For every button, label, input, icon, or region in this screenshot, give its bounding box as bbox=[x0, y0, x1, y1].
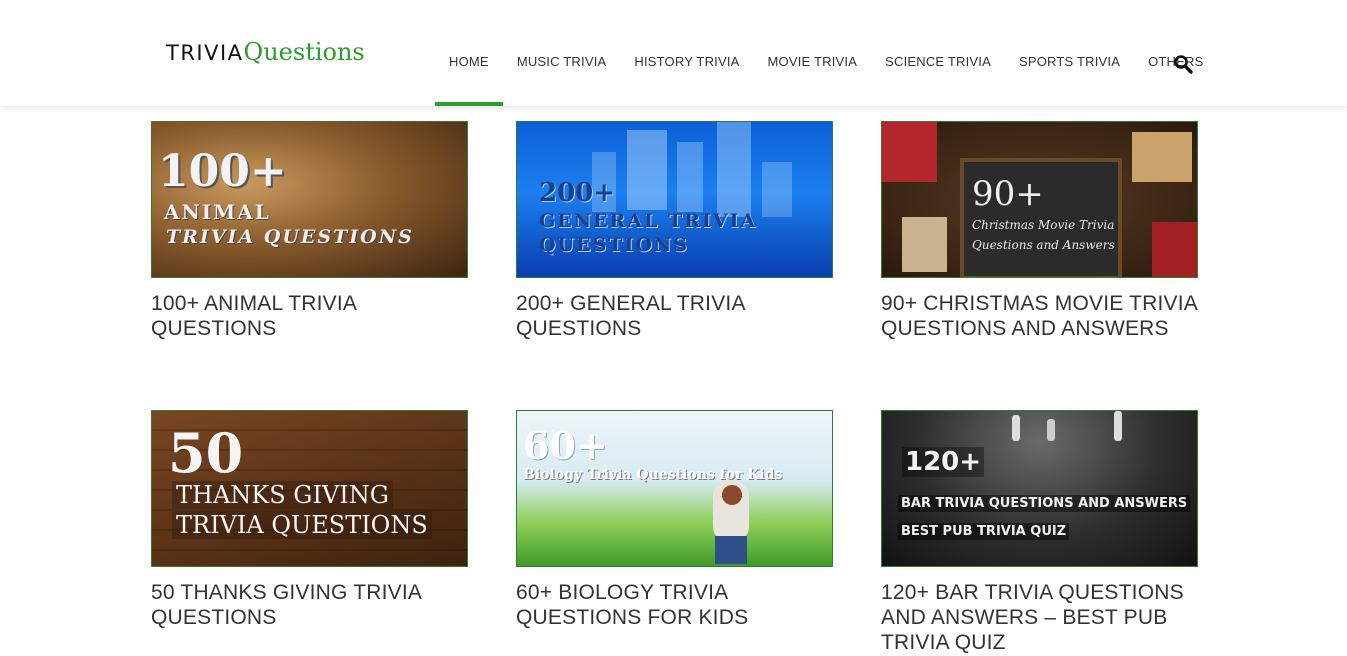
post-title[interactable]: 90+ CHRISTMAS MOVIE TRIVIA QUESTIONS AND… bbox=[881, 291, 1198, 341]
post-title[interactable]: 100+ ANIMAL TRIVIA QUESTIONS bbox=[151, 291, 468, 341]
nav-music-trivia[interactable]: MUSIC TRIVIA bbox=[503, 0, 621, 106]
post-thumbnail[interactable]: 100+ ANIMAL TRIVIA QUESTIONS bbox=[151, 121, 468, 278]
nav-home[interactable]: HOME bbox=[435, 0, 503, 106]
post-thumbnail[interactable]: 60+ Biology Trivia Questions for Kids bbox=[516, 410, 833, 567]
thumb-text-line1: BAR TRIVIA QUESTIONS AND ANSWERS bbox=[898, 495, 1191, 512]
post-card: 120+ BAR TRIVIA QUESTIONS AND ANSWERS BE… bbox=[881, 410, 1198, 655]
nav-others[interactable]: OTHERS bbox=[1134, 0, 1217, 106]
main-nav: HOME MUSIC TRIVIA HISTORY TRIVIA MOVIE T… bbox=[435, 0, 1217, 106]
thumb-text-line2: QUESTIONS bbox=[539, 234, 689, 256]
thumb-text-number: 60+ bbox=[523, 423, 608, 468]
search-icon[interactable] bbox=[1173, 54, 1195, 76]
thumb-text-line1: Christmas Movie Trivia bbox=[972, 218, 1115, 232]
nav-science-trivia[interactable]: SCIENCE TRIVIA bbox=[871, 0, 1005, 106]
post-title[interactable]: 50 THANKS GIVING TRIVIA QUESTIONS bbox=[151, 580, 468, 630]
thumb-text-number: 100+ bbox=[158, 146, 287, 197]
post-card: 200+ GENERAL TRIVIA QUESTIONS 200+ GENER… bbox=[516, 121, 833, 341]
post-card: 90+ Christmas Movie Trivia Questions and… bbox=[881, 121, 1198, 341]
site-logo[interactable]: TRIVIAQuestions bbox=[166, 38, 365, 66]
thumb-text-line2: BEST PUB TRIVIA QUIZ bbox=[898, 523, 1070, 540]
thumb-text-number: 120+ bbox=[902, 447, 985, 477]
post-title[interactable]: 60+ BIOLOGY TRIVIA QUESTIONS FOR KIDS bbox=[516, 580, 833, 630]
site-header: TRIVIAQuestions HOME MUSIC TRIVIA HISTOR… bbox=[0, 0, 1347, 106]
post-card: 60+ Biology Trivia Questions for Kids 60… bbox=[516, 410, 833, 630]
thumb-text-number: 90+ bbox=[972, 174, 1044, 214]
post-thumbnail[interactable]: 50 THANKS GIVING TRIVIA QUESTIONS bbox=[151, 410, 468, 567]
post-thumbnail[interactable]: 90+ Christmas Movie Trivia Questions and… bbox=[881, 121, 1198, 278]
thumb-text-line2: TRIVIA QUESTIONS bbox=[172, 511, 432, 539]
nav-sports-trivia[interactable]: SPORTS TRIVIA bbox=[1005, 0, 1134, 106]
nav-movie-trivia[interactable]: MOVIE TRIVIA bbox=[754, 0, 872, 106]
logo-text-trivia: TRIVIA bbox=[166, 41, 244, 65]
post-title[interactable]: 200+ GENERAL TRIVIA QUESTIONS bbox=[516, 291, 833, 341]
post-title[interactable]: 120+ BAR TRIVIA QUESTIONS AND ANSWERS – … bbox=[881, 580, 1198, 655]
nav-history-trivia[interactable]: HISTORY TRIVIA bbox=[620, 0, 753, 106]
logo-text-questions: Questions bbox=[243, 38, 365, 66]
post-thumbnail[interactable]: 120+ BAR TRIVIA QUESTIONS AND ANSWERS BE… bbox=[881, 410, 1198, 567]
thumb-text-number: 200+ bbox=[539, 178, 616, 208]
thumb-text-line1: ANIMAL bbox=[164, 200, 271, 224]
thumb-text-line1: GENERAL TRIVIA bbox=[539, 210, 758, 232]
post-card: 100+ ANIMAL TRIVIA QUESTIONS 100+ ANIMAL… bbox=[151, 121, 468, 341]
thumb-text-line2: TRIVIA QUESTIONS bbox=[166, 226, 414, 248]
thumb-text-line1: Biology Trivia Questions for Kids bbox=[523, 467, 783, 483]
post-thumbnail[interactable]: 200+ GENERAL TRIVIA QUESTIONS bbox=[516, 121, 833, 278]
thumb-text-line2: Questions and Answers bbox=[972, 238, 1115, 252]
thumb-text-number: 50 bbox=[168, 421, 244, 485]
post-card: 50 THANKS GIVING TRIVIA QUESTIONS 50 THA… bbox=[151, 410, 468, 630]
thumb-text-line1: THANKS GIVING bbox=[172, 481, 393, 509]
